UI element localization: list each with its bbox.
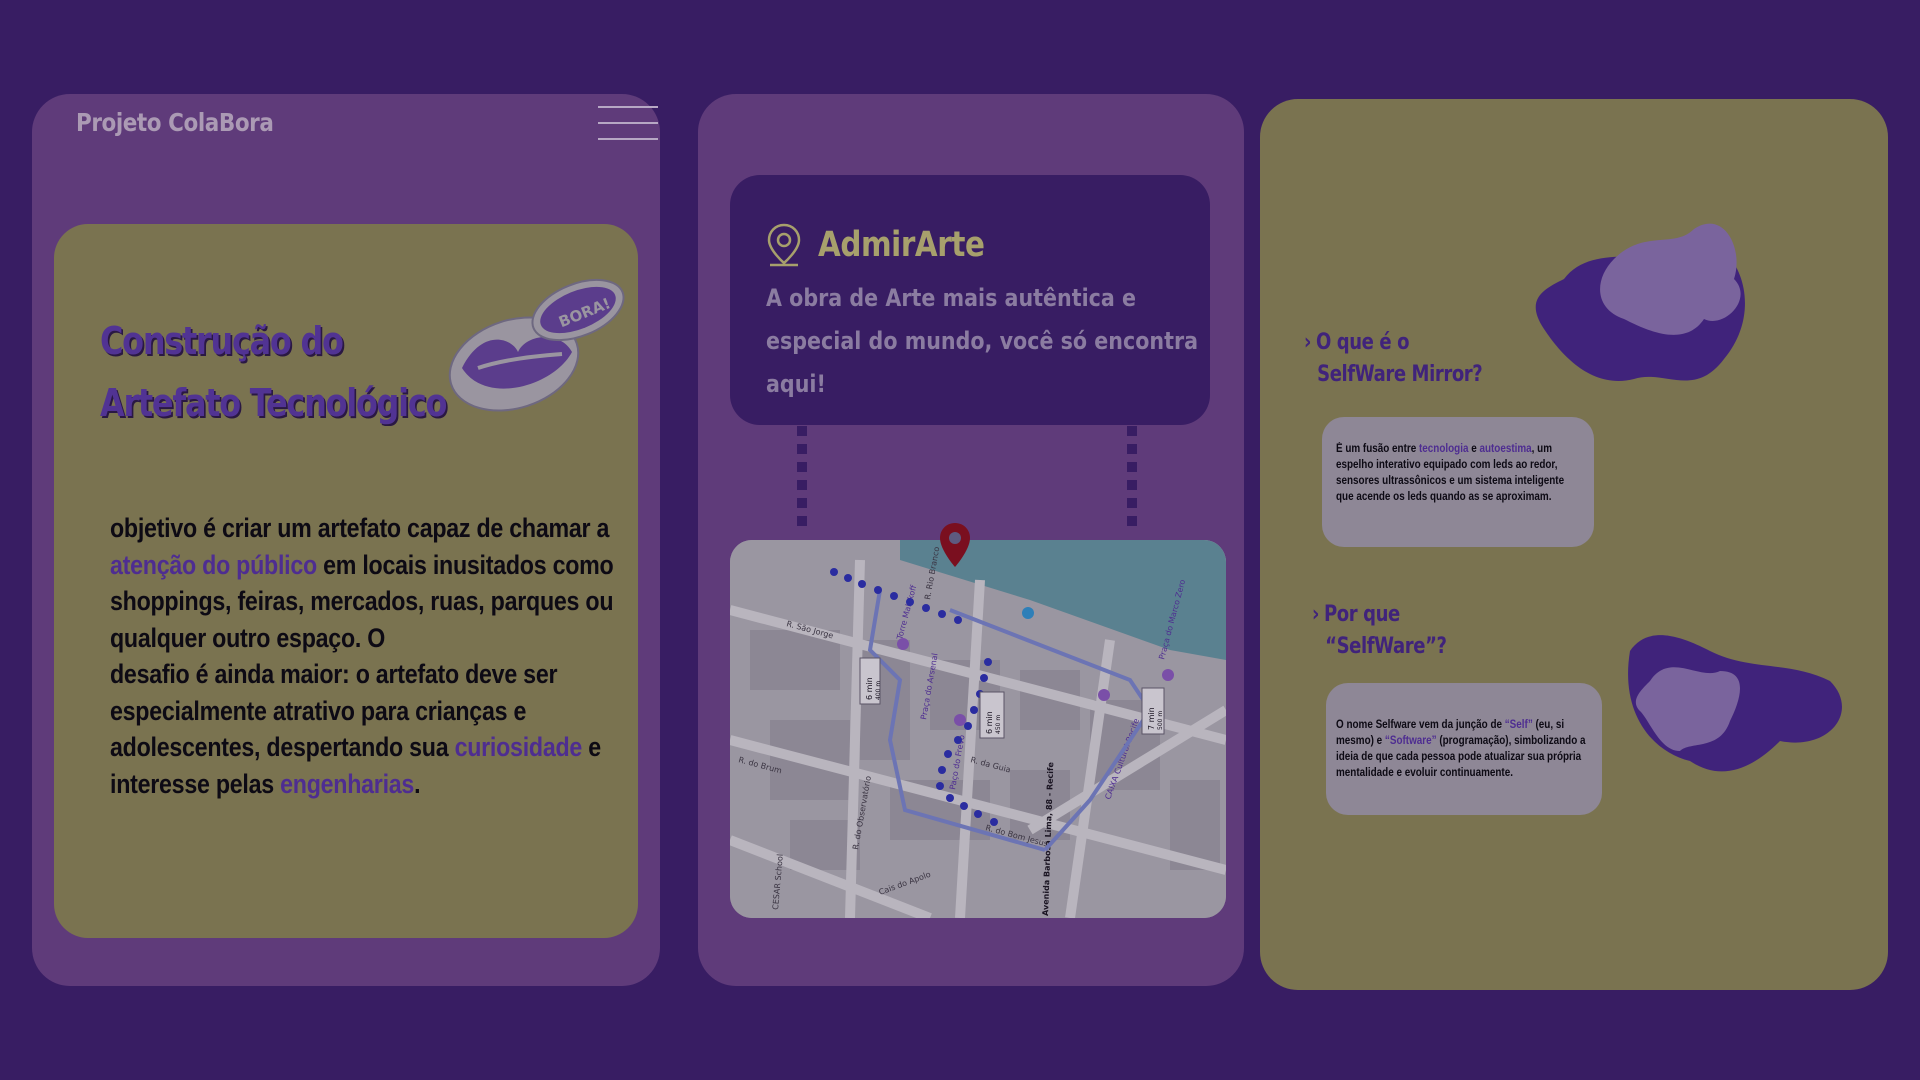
- artifact-text-1: objetivo é criar um artefato capaz de ch…: [110, 513, 610, 543]
- location-title: AdmirArte: [818, 225, 985, 265]
- faq-question-1[interactable]: › O que é o SelfWare Mirror?: [1304, 327, 1483, 391]
- dotted-connector-left: [797, 426, 807, 536]
- faq-answer-1-part1: É um fusão entre: [1336, 443, 1419, 455]
- faq-answer-2-highlight1: “Self”: [1504, 719, 1533, 731]
- left-panel: Projeto ColaBora Construção do Artefato …: [32, 94, 660, 986]
- route-distance: 450 m: [995, 715, 1002, 734]
- artifact-text-5: .: [414, 768, 421, 799]
- faq-answer-1-text: É um fusão entre tecnologia e autoestima…: [1336, 441, 1568, 505]
- blob-decoration-bottom: [1628, 635, 1842, 772]
- map-graphic: R. São Jorge R. do Brum R. da Guia R. do…: [730, 540, 1226, 918]
- faq-answer-2-part1: O nome Selfware vem da junção de: [1336, 719, 1505, 731]
- faq-question-2-line2: “SelfWare”?: [1325, 634, 1447, 659]
- right-panel: › O que é o SelfWare Mirror? É um fusão e…: [1260, 99, 1888, 990]
- blob-decoration-top: [1535, 223, 1745, 381]
- location-bubble: AdmirArte A obra de Arte mais autêntica …: [730, 175, 1210, 425]
- hamburger-menu-icon[interactable]: [598, 106, 658, 142]
- faq-question-2-line1: Por que: [1323, 602, 1400, 627]
- artifact-description: objetivo é criar um artefato capaz de ch…: [110, 510, 626, 802]
- faq-answer-2: O nome Selfware vem da junção de “Self” …: [1326, 683, 1602, 815]
- faq-question-2[interactable]: › Por que “SelfWare”?: [1312, 599, 1447, 663]
- highlight-curiosity: curiosidade: [454, 732, 583, 762]
- faq-answer-2-highlight2: “Software”: [1384, 735, 1437, 747]
- faq-question-1-line2: SelfWare Mirror?: [1317, 362, 1483, 387]
- location-description: A obra de Arte mais autêntica e especial…: [766, 284, 1199, 398]
- faq-answer-1-highlight1: tecnologia: [1418, 443, 1469, 455]
- route-time: 6 min: [985, 711, 994, 734]
- highlight-attention: atenção do público: [110, 549, 317, 580]
- middle-panel: AdmirArte A obra de Arte mais autêntica …: [698, 94, 1244, 986]
- lips-sticker-icon: BORA!: [448, 278, 625, 412]
- faq-answer-1: É um fusão entre tecnologia e autoestima…: [1322, 417, 1594, 547]
- faq-answer-2-text: O nome Selfware vem da junção de “Self” …: [1336, 717, 1594, 781]
- chevron-right-icon: ›: [1304, 330, 1312, 355]
- location-pin-icon: [767, 223, 801, 267]
- map-marker-icon[interactable]: [938, 522, 972, 568]
- route-time: 7 min: [1147, 707, 1156, 730]
- brand-logo-text[interactable]: Projeto ColaBora: [76, 108, 274, 137]
- artifact-card: Construção do Artefato Tecnológico BORA!…: [54, 224, 638, 938]
- route-map[interactable]: R. São Jorge R. do Brum R. da Guia R. do…: [730, 540, 1226, 918]
- route-time: 6 min: [865, 677, 874, 700]
- faq-answer-1-part2: e: [1468, 443, 1480, 455]
- faq-answer-1-highlight2: autoestima: [1479, 443, 1532, 455]
- route-distance: 500 m: [1157, 711, 1164, 730]
- dotted-connector-right: [1127, 426, 1137, 536]
- chevron-right-icon: ›: [1312, 602, 1320, 627]
- highlight-engineering: engenharias: [280, 768, 415, 799]
- route-distance: 400 m: [875, 681, 882, 700]
- faq-question-1-line1: O que é o: [1315, 330, 1410, 355]
